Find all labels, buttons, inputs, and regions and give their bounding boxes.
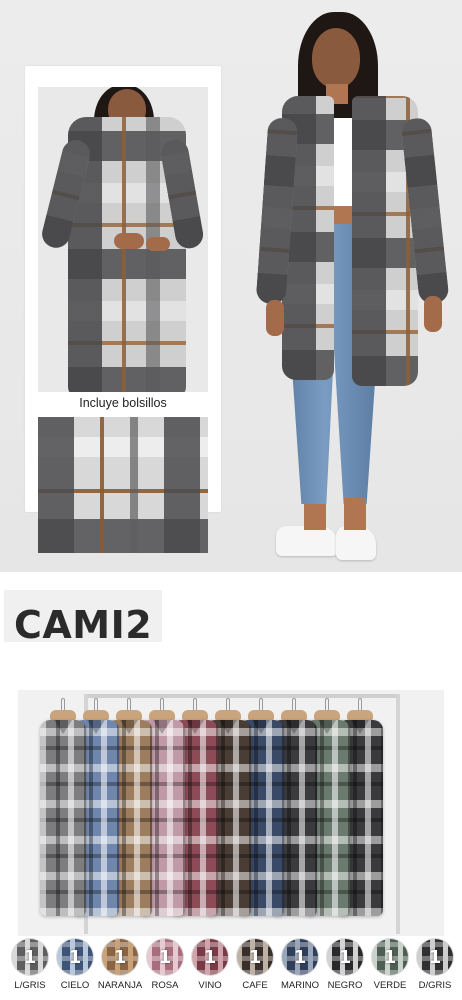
swatch-fabric-circle: 1	[237, 939, 273, 975]
swatch-fabric-circle: 1	[417, 939, 453, 975]
product-code-box: CAMI2	[4, 590, 162, 647]
swatch-quantity: 1	[68, 947, 82, 968]
swatch-quantity: 1	[158, 947, 172, 968]
swatch-fabric-circle: 1	[57, 939, 93, 975]
swatch-fabric-circle: 1	[327, 939, 363, 975]
product-photo-main: Incluye bolsillos	[0, 0, 462, 572]
color-swatch-row: 1 L/GRIS 1 CIELO 1 NARANJA 1 ROSA 1 VINO 1 CAFE 1 MAR…	[8, 936, 458, 996]
swatch-fabric-circle: 1	[282, 939, 318, 975]
swatch-quantity: 1	[203, 947, 217, 968]
color-swatch[interactable]: 1 D/GRIS	[413, 936, 458, 994]
swatch-quantity: 1	[23, 947, 37, 968]
rack-post-right	[396, 694, 400, 934]
inset-model-photo	[38, 87, 208, 392]
product-code-band: CAMI2	[0, 580, 462, 660]
swatch-quantity: 1	[293, 947, 307, 968]
swatch-fabric-circle: 1	[192, 939, 228, 975]
detail-inset-card: Incluye bolsillos	[25, 66, 221, 553]
swatch-quantity: 1	[428, 947, 442, 968]
swatch-fabric-circle: 1	[372, 939, 408, 975]
product-code: CAMI2	[14, 603, 153, 647]
swatch-quantity: 1	[383, 947, 397, 968]
swatch-color-name: D/GRIS	[418, 980, 452, 991]
swatch-quantity: 1	[113, 947, 127, 968]
swatch-fabric-circle: 1	[147, 939, 183, 975]
swatch-fabric-circle: 1	[102, 939, 138, 975]
inset-caption: Incluye bolsillos	[79, 396, 167, 410]
rack-photo	[18, 690, 444, 936]
fabric-closeup	[38, 417, 208, 553]
swatch-quantity: 1	[338, 947, 352, 968]
rack-shirt	[40, 720, 86, 916]
swatch-quantity: 1	[248, 947, 262, 968]
swatch-fabric-circle: 1	[12, 939, 48, 975]
